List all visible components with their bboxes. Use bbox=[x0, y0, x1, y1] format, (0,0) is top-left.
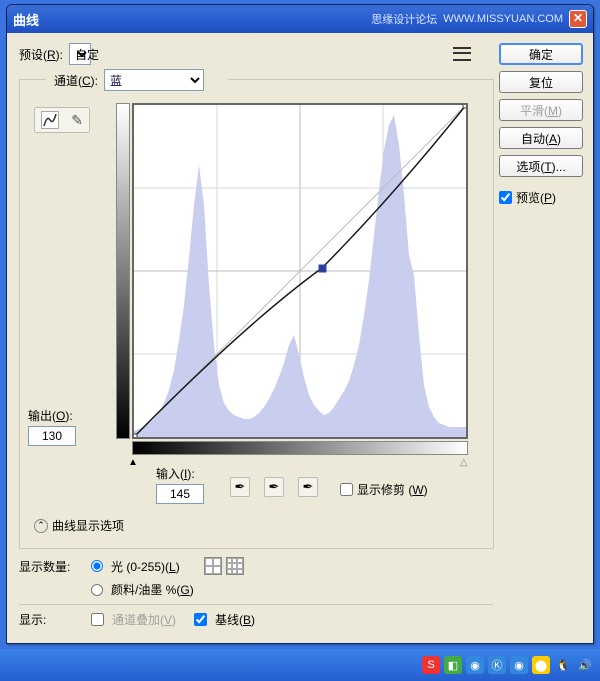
tray-icon-k[interactable]: Ⓚ bbox=[488, 656, 506, 674]
curve-fieldset: 通道(C): 蓝 ✎ bbox=[19, 79, 494, 549]
tray-icon-green[interactable]: ◧ bbox=[444, 656, 462, 674]
show-label: 显示: bbox=[19, 611, 83, 628]
grid-fine-icon[interactable] bbox=[226, 557, 244, 575]
show-clipping-label: 显示修剪 (W) bbox=[357, 481, 428, 498]
preset-select[interactable] bbox=[69, 43, 91, 65]
close-icon[interactable]: ✕ bbox=[569, 10, 587, 28]
ink-radio[interactable] bbox=[91, 584, 103, 596]
gray-eyedropper-icon[interactable]: ✒ bbox=[264, 477, 284, 497]
channel-label: 通道(C): bbox=[54, 72, 98, 89]
output-input[interactable] bbox=[28, 426, 76, 446]
curve-tool-group: ✎ bbox=[34, 107, 90, 133]
input-input[interactable] bbox=[156, 484, 204, 504]
tray-icon-round1[interactable]: ◉ bbox=[466, 656, 484, 674]
pencil-tool-icon[interactable]: ✎ bbox=[71, 112, 83, 129]
white-point-slider[interactable]: △ bbox=[460, 457, 468, 468]
show-quantity-label: 显示数量: bbox=[19, 558, 83, 575]
curves-dialog: 曲线 思缘设计论坛 WWW.MISSYUAN.COM ✕ 预设(R): 自定 通… bbox=[6, 4, 594, 644]
light-radio[interactable] bbox=[91, 560, 103, 572]
channel-select[interactable] bbox=[104, 69, 204, 91]
display-options-label: 曲线显示选项 bbox=[52, 517, 124, 534]
preset-menu-icon[interactable] bbox=[453, 47, 471, 61]
channel-overlay-label: 通道叠加(V) bbox=[112, 611, 176, 628]
display-options-panel: 显示数量: 光 (0-255)(L) 颜料/油墨 %(G) 显示: 通道叠加(V… bbox=[19, 557, 493, 634]
title-bar[interactable]: 曲线 思缘设计论坛 WWW.MISSYUAN.COM ✕ bbox=[7, 5, 593, 33]
output-field: 输出(O): bbox=[28, 407, 76, 446]
eyedropper-group: ✒ ✒ ✒ bbox=[230, 477, 318, 497]
preview-checkbox[interactable] bbox=[499, 191, 512, 204]
collapse-toggle-icon[interactable]: ⌃ bbox=[34, 519, 48, 533]
grid-coarse-icon[interactable] bbox=[204, 557, 222, 575]
white-eyedropper-icon[interactable]: ✒ bbox=[298, 477, 318, 497]
curve-graph[interactable] bbox=[132, 103, 468, 439]
taskbar[interactable]: S ◧ ◉ Ⓚ ◉ ⬤ 🐧 🔊 bbox=[0, 649, 600, 681]
auto-button[interactable]: 自动(A) bbox=[499, 127, 583, 149]
tray-icon-round3[interactable]: ◉ bbox=[510, 656, 528, 674]
preview-label: 预览(P) bbox=[516, 189, 556, 206]
sogou-tray-icon[interactable]: S bbox=[422, 656, 440, 674]
preset-label: 预设(R): bbox=[19, 46, 63, 63]
light-radio-label: 光 (0-255)(L) bbox=[111, 558, 180, 575]
ok-button[interactable]: 确定 bbox=[499, 43, 583, 65]
input-field: 输入(I): bbox=[156, 465, 204, 504]
ink-radio-label: 颜料/油墨 %(G) bbox=[111, 581, 194, 598]
smooth-button[interactable]: 平滑(M) bbox=[499, 99, 583, 121]
tray-icon-yellow[interactable]: ⬤ bbox=[532, 656, 550, 674]
tray-icon-qq[interactable]: 🐧 bbox=[554, 656, 572, 674]
curve-tool-icon[interactable] bbox=[41, 111, 59, 129]
show-clipping-checkbox[interactable] bbox=[340, 483, 353, 496]
black-eyedropper-icon[interactable]: ✒ bbox=[230, 477, 250, 497]
watermark-url: WWW.MISSYUAN.COM bbox=[443, 13, 563, 25]
tray-icon-volume[interactable]: 🔊 bbox=[576, 656, 594, 674]
watermark-forum: 思缘设计论坛 bbox=[371, 11, 437, 27]
black-point-slider[interactable]: ▲ bbox=[128, 457, 138, 468]
baseline-label: 基线(B) bbox=[215, 611, 255, 628]
reset-button[interactable]: 复位 bbox=[499, 71, 583, 93]
input-gradient bbox=[132, 441, 468, 455]
channel-overlay-checkbox[interactable] bbox=[91, 613, 104, 626]
window-title: 曲线 bbox=[13, 10, 371, 29]
options-button[interactable]: 选项(T)... bbox=[499, 155, 583, 177]
baseline-checkbox[interactable] bbox=[194, 613, 207, 626]
output-gradient bbox=[116, 103, 130, 439]
button-panel: 确定 复位 平滑(M) 自动(A) 选项(T)... 预览(P) bbox=[499, 43, 583, 206]
